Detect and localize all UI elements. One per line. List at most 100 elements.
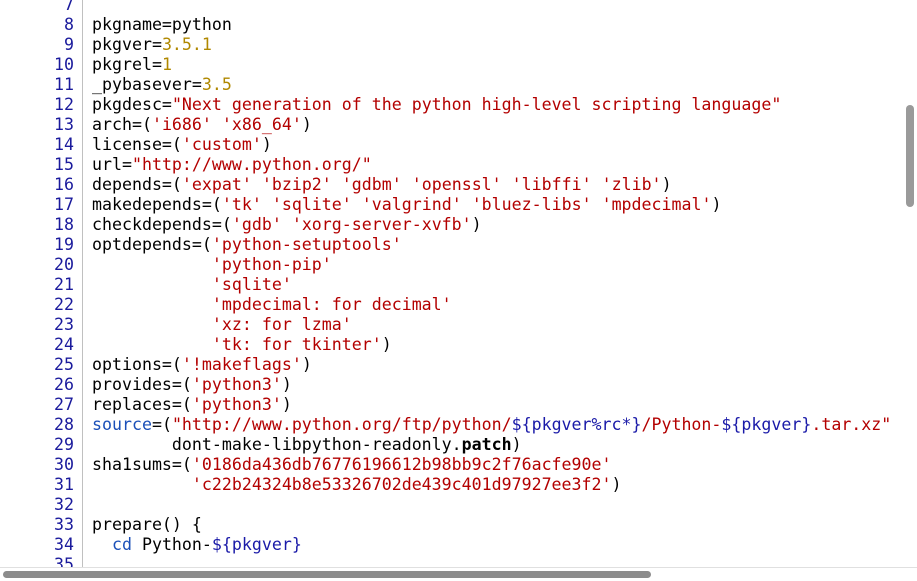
code-token: pkgver= (92, 35, 162, 54)
code-token: 'x86_64' (221, 115, 302, 134)
code-line[interactable]: _pybasever=3.5 (92, 75, 232, 95)
code-token: 'expat' (181, 175, 252, 194)
code-line[interactable]: arch=('i686' 'x86_64') (92, 115, 312, 135)
line-number-gutter: 7 8 9 10 11 12 13 14 15 16 17 18 19 20 21 22 23 24 25 26 27 2… (0, 0, 83, 581)
code-token: arch=( (92, 115, 152, 134)
code-token: pkgname=python (92, 15, 232, 34)
line-number: 9 (64, 35, 74, 54)
code-token: 'python3' (191, 375, 282, 394)
code-line[interactable]: replaces=('python3') (92, 395, 292, 415)
code-token: 'mpdecimal: for decimal' (211, 295, 452, 314)
code-token: _pybasever= (92, 75, 202, 94)
code-token: 'xorg-server-xvfb' (291, 215, 472, 234)
code-token: 'valgrind' (361, 195, 462, 214)
code-token: options=( (92, 355, 182, 374)
code-token: 'libffi' (511, 175, 592, 194)
code-token: ) (301, 115, 312, 134)
code-line[interactable]: 'mpdecimal: for decimal' (92, 295, 452, 315)
code-token: ) (281, 375, 292, 394)
code-token: '0186da436db76776196612b98bb9c2f76acfe90… (191, 455, 612, 474)
line-number: 27 (54, 395, 74, 414)
code-token: pkgdesc= (92, 95, 172, 114)
code-line[interactable]: makedepends=('tk' 'sqlite' 'valgrind' 'b… (92, 195, 721, 215)
code-editor[interactable]: 7 8 9 10 11 12 13 14 15 16 17 18 19 20 21 22 23 24 25 26 27 2… (0, 0, 917, 581)
code-line[interactable]: dont-make-libpython-readonly.patch) (92, 435, 522, 455)
code-line[interactable]: pkgver=3.5.1 (92, 35, 212, 55)
code-token: ) (261, 135, 272, 154)
code-line[interactable]: optdepends=('python-setuptools' (92, 235, 402, 255)
code-line[interactable]: 'python-pip' (92, 255, 332, 275)
code-token: dont-make-libpython-readonly. (92, 435, 462, 454)
code-token: ) (301, 355, 312, 374)
line-number: 28 (54, 415, 74, 434)
line-number: 33 (54, 515, 74, 534)
code-token: optdepends=( (92, 235, 212, 254)
code-token: 'gdb' (231, 215, 282, 234)
horizontal-scrollbar-thumb[interactable] (3, 571, 651, 578)
code-token: url= (92, 155, 132, 174)
code-line[interactable]: 'xz: for lzma' (92, 315, 352, 335)
code-token: "http://www.python.org/ftp/python/ (171, 415, 512, 434)
code-token: 'tk: for tkinter' (211, 335, 382, 354)
code-line[interactable]: 'tk: for tkinter') (92, 335, 392, 355)
horizontal-scrollbar[interactable] (0, 567, 917, 581)
code-line[interactable]: 'sqlite' (92, 275, 292, 295)
code-token: provides=( (92, 375, 192, 394)
code-token: 'c22b24324b8e53326702de439c401d97927ee3f… (191, 475, 612, 494)
line-number: 24 (54, 335, 74, 354)
code-line[interactable]: pkgrel=1 (92, 55, 172, 75)
code-token: "Next generation of the python high-leve… (171, 95, 782, 114)
line-number: 10 (54, 55, 74, 74)
code-line[interactable]: pkgname=python (92, 15, 232, 35)
code-line[interactable]: checkdepends=('gdb' 'xorg-server-xvfb') (92, 215, 482, 235)
line-number: 19 (54, 235, 74, 254)
code-token: pkgrel= (92, 55, 162, 74)
line-number: 8 (64, 15, 74, 34)
code-token: ) (511, 435, 522, 454)
code-token: makedepends=( (92, 195, 222, 214)
code-token: ${pkgver%rc*} (511, 415, 642, 434)
code-token: 'custom' (181, 135, 262, 154)
line-number: 11 (54, 75, 74, 94)
code-token: sha1sums=( (92, 455, 192, 474)
code-line[interactable]: cd Python-${pkgver} (92, 535, 302, 555)
code-token: cd (111, 535, 132, 554)
code-token: 'sqlite' (271, 195, 352, 214)
code-token: depends=( (92, 175, 182, 194)
code-token: ${pkgver} (211, 535, 302, 554)
code-token: prepare() { (92, 515, 202, 534)
code-token: .tar.xz" (811, 415, 892, 434)
code-token: ) (281, 395, 292, 414)
code-token: 'python-setuptools' (211, 235, 402, 254)
vertical-scrollbar-thumb[interactable] (906, 105, 914, 207)
line-number: 26 (54, 375, 74, 394)
code-line[interactable]: 'c22b24324b8e53326702de439c401d97927ee3f… (92, 475, 622, 495)
code-token: ) (471, 215, 482, 234)
code-line[interactable]: url="http://www.python.org/" (92, 155, 372, 175)
vertical-scrollbar[interactable] (903, 0, 917, 568)
code-token: '!makeflags' (181, 355, 302, 374)
code-line[interactable]: options=('!makeflags') (92, 355, 312, 375)
code-line[interactable]: depends=('expat' 'bzip2' 'gdbm' 'openssl… (92, 175, 672, 195)
line-number: 25 (54, 355, 74, 374)
line-number: 17 (54, 195, 74, 214)
code-line[interactable]: source=("http://www.python.org/ftp/pytho… (92, 415, 891, 435)
code-token: ) (381, 335, 392, 354)
code-line[interactable]: provides=('python3') (92, 375, 292, 395)
code-line[interactable]: pkgdesc="Next generation of the python h… (92, 95, 781, 115)
code-line[interactable]: license=('custom') (92, 135, 272, 155)
code-line[interactable]: sha1sums=('0186da436db76776196612b98bb9c… (92, 455, 612, 475)
code-token: ${pkgver} (721, 415, 812, 434)
code-text-area[interactable]: pkgname=python pkgver=3.5.1 pkgrel=1 _pybas… (92, 0, 912, 581)
code-line[interactable]: prepare() { (92, 515, 202, 535)
